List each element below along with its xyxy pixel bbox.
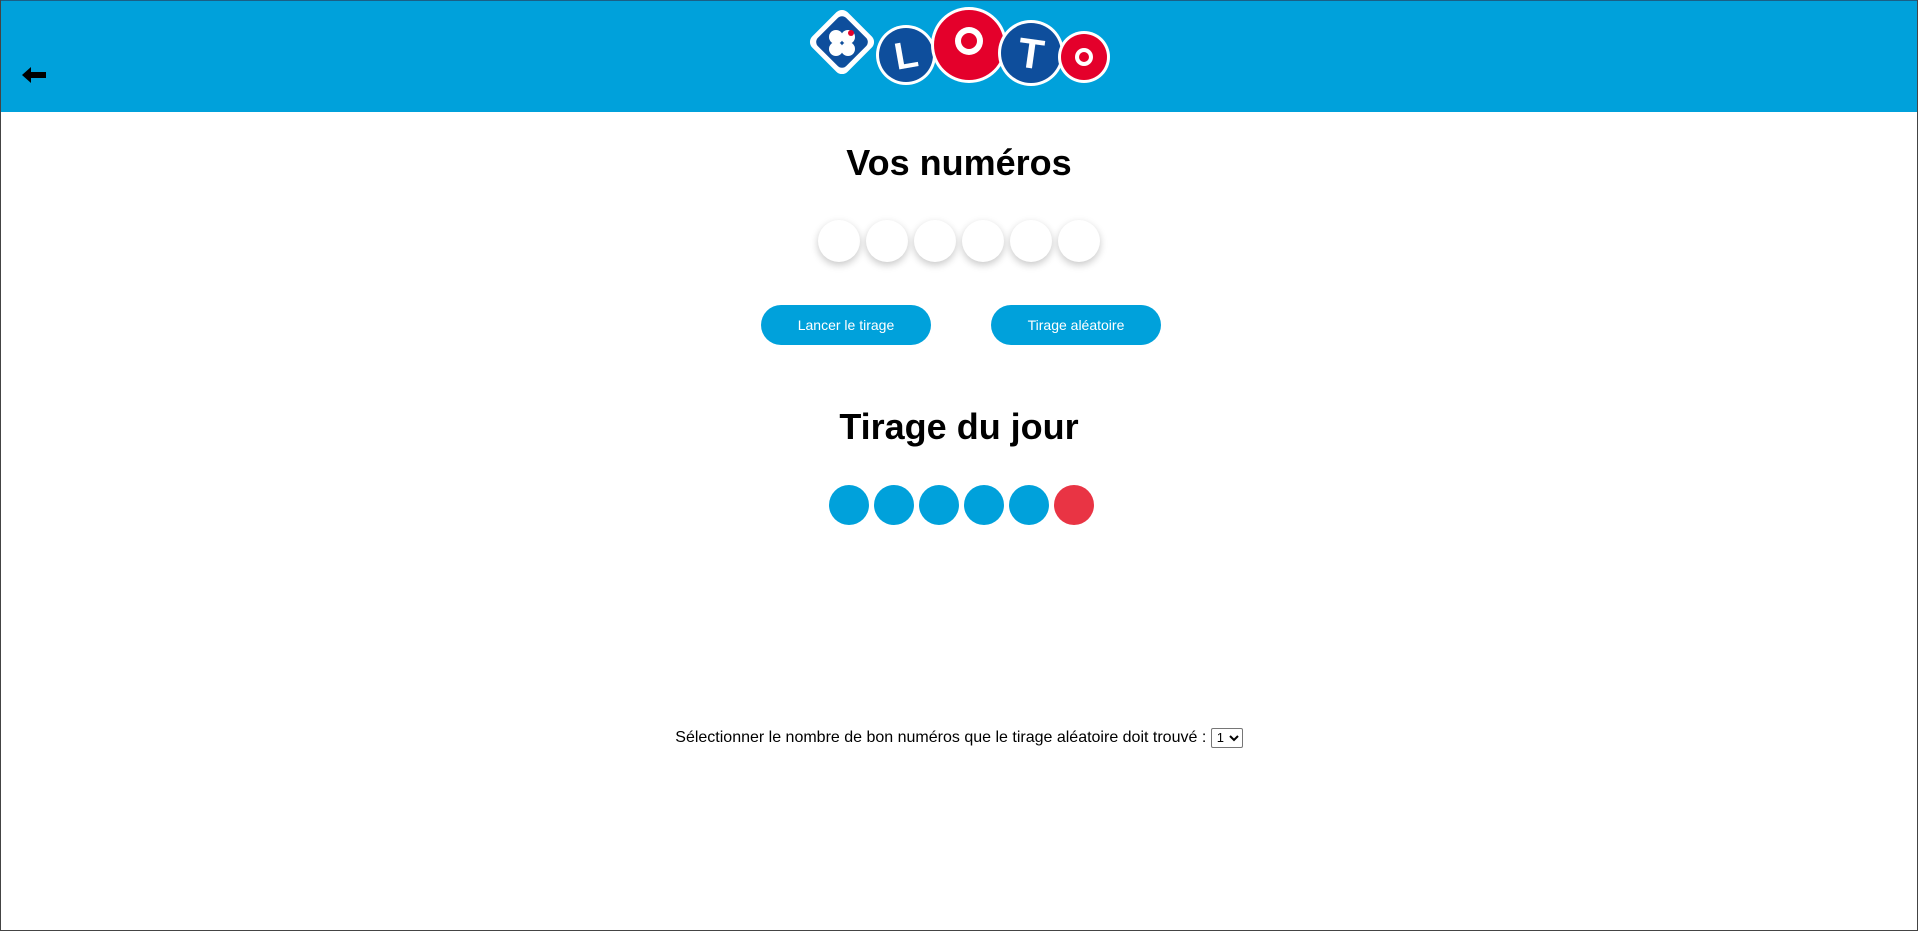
draw-ball <box>874 485 914 525</box>
logo-ball-o <box>931 7 1007 83</box>
draw-ball <box>964 485 1004 525</box>
header: L T <box>1 0 1917 112</box>
logo-ball-o-small <box>1058 31 1110 83</box>
user-balls <box>818 220 1100 262</box>
draw-ball-bonus <box>1054 485 1094 525</box>
user-ball[interactable] <box>866 220 908 262</box>
clover-icon <box>809 9 875 75</box>
launch-draw-button[interactable]: Lancer le tirage <box>761 305 931 345</box>
user-ball[interactable] <box>914 220 956 262</box>
user-ball[interactable] <box>962 220 1004 262</box>
match-count-label: Sélectionner le nombre de bon numéros qu… <box>675 729 1207 746</box>
user-ball[interactable] <box>1058 220 1100 262</box>
draw-balls <box>829 485 1094 525</box>
match-count-row: Sélectionner le nombre de bon numéros qu… <box>1 727 1917 749</box>
random-draw-button[interactable]: Tirage aléatoire <box>991 305 1161 345</box>
match-count-select[interactable]: 1 <box>1210 727 1243 748</box>
draw-ball <box>1009 485 1049 525</box>
draw-ball <box>919 485 959 525</box>
draw-ball <box>829 485 869 525</box>
user-ball[interactable] <box>818 220 860 262</box>
your-numbers-title: Vos numéros <box>846 142 1072 183</box>
daily-draw-title: Tirage du jour <box>839 406 1079 447</box>
user-ball[interactable] <box>1010 220 1052 262</box>
logo-ball-l: L <box>876 25 936 85</box>
arrow-left-icon[interactable] <box>18 59 50 91</box>
loto-logo: L T <box>809 7 1110 86</box>
page: L T Vos numéros Lancer le tirage Tirage … <box>0 0 1918 931</box>
logo-ball-t: T <box>998 20 1064 86</box>
